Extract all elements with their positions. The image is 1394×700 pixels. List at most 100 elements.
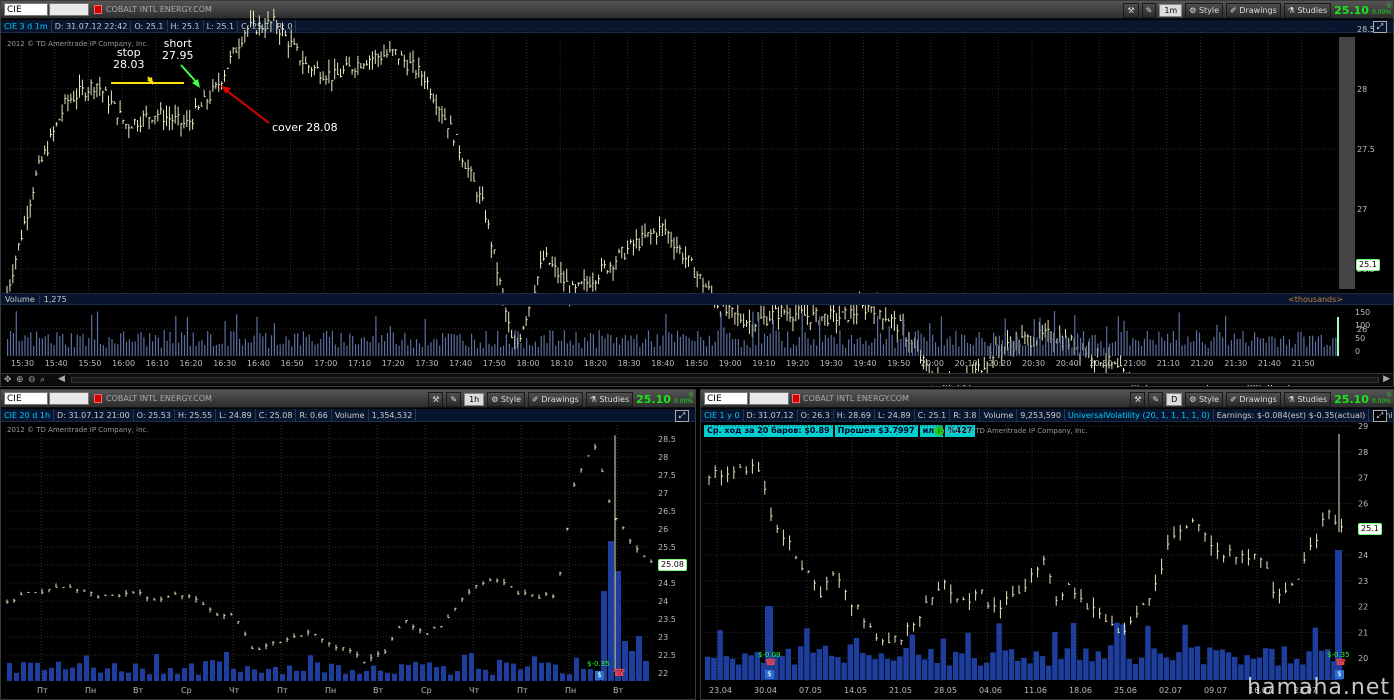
volume-bar (224, 321, 226, 356)
volume-bar (1001, 339, 1003, 356)
volume-bar (302, 331, 304, 356)
daily-price-chart[interactable]: 2928272625242322212023.0430.0407.0514.05… (701, 390, 1394, 700)
volume-bar (323, 332, 325, 356)
volume-bar (266, 668, 271, 681)
volume-bar (1106, 326, 1108, 356)
volume-bar (1232, 656, 1238, 680)
zoom-out-icon[interactable]: ⊖ (28, 375, 36, 385)
magnifier-icon[interactable]: ⌕ (40, 375, 45, 385)
volume-bar (1139, 657, 1145, 680)
volume-bar (1065, 335, 1067, 356)
volume-bar (758, 313, 760, 356)
volume-bar (534, 341, 536, 356)
phone-icon[interactable]: ☎ (765, 658, 776, 668)
volume-bar (1117, 316, 1119, 356)
volume-bar (862, 344, 864, 356)
volume-bar (566, 343, 568, 356)
time-axis-label: 19:40 (854, 359, 877, 368)
volume-bar (816, 649, 822, 680)
volume-bar (207, 331, 209, 356)
earnings-icon[interactable]: $ (595, 671, 604, 680)
scroll-left-icon[interactable]: ◀ (58, 374, 65, 384)
volume-bar (1262, 338, 1264, 356)
volume-bar (1033, 319, 1035, 356)
volume-bar (147, 674, 152, 681)
intraday-price-chart[interactable]: 28.52827.52726.52625.515010050015:3015:4… (1, 1, 1394, 387)
volume-bar (984, 341, 986, 356)
volume-bar (1207, 347, 1209, 356)
time-axis-label: 20:40 (1056, 359, 1079, 368)
volume-bar (140, 668, 145, 681)
volume-bar (1176, 652, 1182, 680)
volume-bar (1152, 339, 1154, 356)
volume-bar (923, 336, 925, 356)
volume-bar (676, 330, 679, 356)
price-axis-label: 28.5 (1357, 25, 1375, 34)
volume-bar (674, 341, 676, 356)
phone-icon[interactable]: ☎ (613, 668, 625, 679)
earnings-icon[interactable]: $ (765, 670, 774, 679)
volume-bar (813, 338, 815, 356)
volume-bar (128, 339, 130, 356)
phone-icon[interactable]: ☎ (1335, 658, 1346, 668)
volume-bar (265, 332, 267, 356)
volume-bar (149, 332, 151, 356)
time-axis-label: 18:30 (618, 359, 641, 368)
price-axis-label: 24 (1358, 551, 1368, 560)
volume-bar (990, 652, 996, 680)
volume-bar (1013, 340, 1015, 356)
volume-bar (186, 317, 188, 356)
volume-bar (662, 335, 664, 356)
volume-bar (189, 345, 191, 356)
volume-bar (21, 662, 26, 681)
volume-bar (995, 343, 998, 356)
move-icon[interactable]: ✥ (4, 375, 12, 385)
volume-bar (273, 323, 275, 356)
volume-bar (1062, 337, 1064, 356)
volume-bar (911, 342, 913, 356)
volume-bar (897, 656, 903, 680)
volume-bar (540, 335, 542, 356)
horizontal-scrollbar[interactable] (71, 377, 1379, 383)
short-arrow-head (192, 79, 200, 88)
time-axis-label: 20:30 (1022, 359, 1045, 368)
volume-bar (384, 341, 386, 356)
volume-bar (1320, 334, 1322, 356)
hourly-price-chart[interactable]: 28.52827.52726.52625.52524.52423.52322.5… (1, 390, 696, 700)
volume-bar (369, 342, 371, 356)
volume-bar (1095, 651, 1101, 680)
volume-bar (717, 330, 719, 356)
volume-bar (1015, 660, 1021, 680)
volume-bar (1314, 341, 1317, 356)
volume-bar (73, 347, 75, 356)
volume-bar (1027, 343, 1029, 356)
volume-bar (859, 337, 861, 356)
price-axis-label: 25.5 (658, 543, 676, 552)
volume-bar (624, 334, 626, 356)
volume-bar (822, 645, 829, 680)
volume-bar (1323, 346, 1325, 356)
volume-bar (865, 340, 867, 356)
volume-bar (294, 670, 299, 681)
time-axis-label: 18:40 (651, 359, 674, 368)
time-axis-label: 15:30 (11, 359, 34, 368)
volume-bar (41, 338, 43, 356)
volume-bar (476, 668, 481, 681)
volume-bar (1074, 315, 1076, 356)
volume-bar (336, 665, 341, 681)
volume-bar (247, 342, 249, 356)
volume-bar (500, 347, 502, 356)
volume-bar (238, 671, 243, 681)
time-axis-label: 19:00 (719, 359, 742, 368)
volume-bar (49, 667, 54, 681)
volume-bar (847, 644, 853, 680)
volume-bar (42, 669, 47, 681)
volume-bar (371, 665, 376, 681)
volume-bar (1300, 331, 1302, 356)
scroll-right-icon[interactable]: ▶ (1383, 374, 1390, 384)
volume-bar (18, 340, 20, 356)
zoom-in-icon[interactable]: ⊕ (16, 375, 24, 385)
volume-bar (287, 665, 292, 681)
volume-bar (280, 674, 285, 681)
volume-bar (125, 341, 128, 356)
